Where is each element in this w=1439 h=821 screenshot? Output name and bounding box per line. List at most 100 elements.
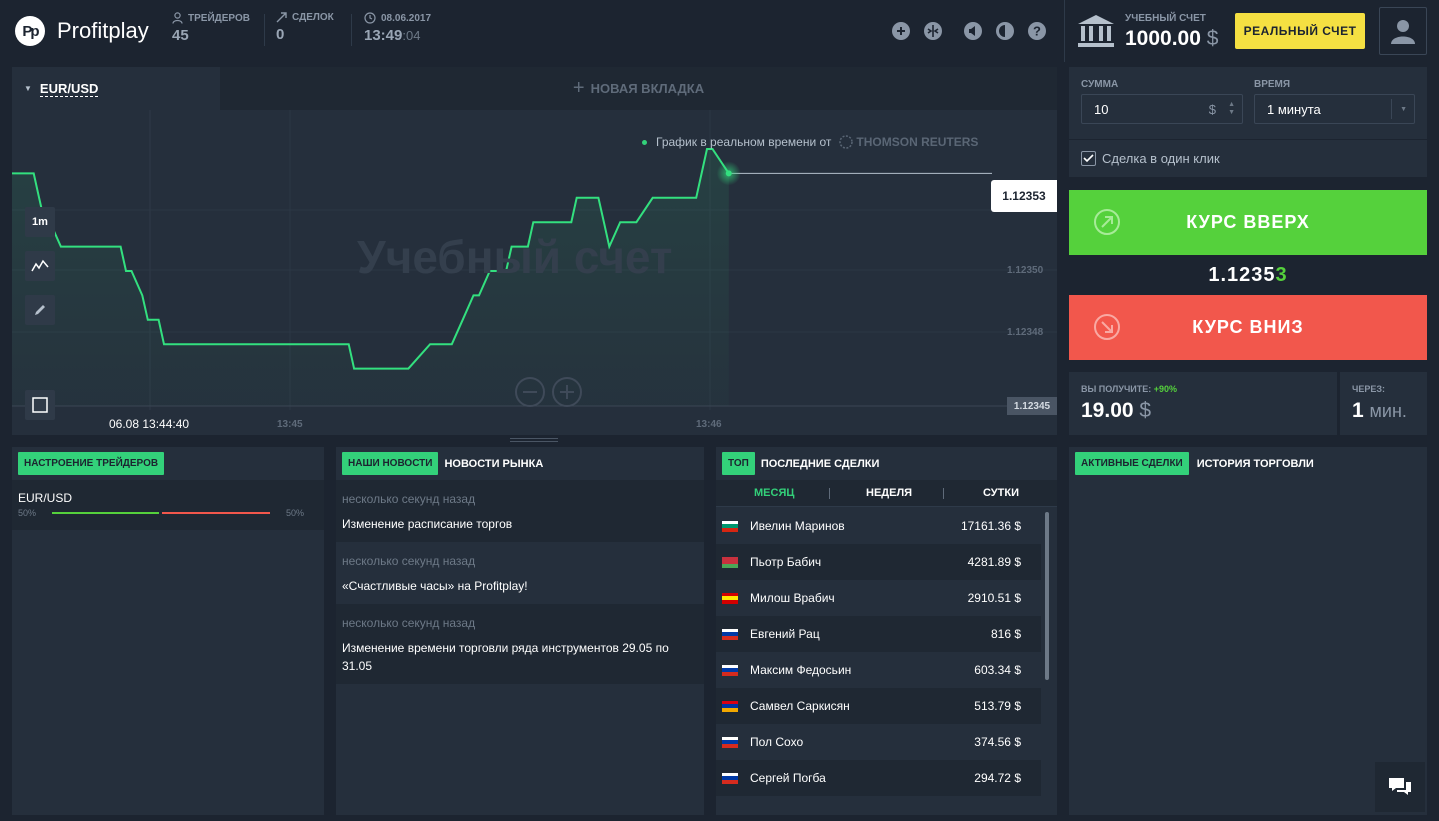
call-button[interactable]: КУРС ВВЕРХ [1069, 190, 1427, 255]
trade-form: СУММА 10 $ ▲ ▼ ВРЕМЯ 1 минута ▼ Сделка в … [1069, 67, 1427, 177]
trader-row[interactable]: Ивелин Маринов 17161.36 $ [716, 508, 1041, 544]
tab-trade-history[interactable]: ИСТОРИЯ ТОРГОВЛИ [1197, 458, 1314, 470]
payout-percent: +90% [1153, 384, 1178, 394]
realtime-label: График в реальном времени от THOMSON REU… [642, 135, 978, 149]
trader-name: Пьотр Бабич [750, 555, 822, 569]
time-label: ВРЕМЯ [1254, 79, 1291, 90]
gamepad-icon[interactable] [890, 20, 912, 42]
tab-eur-usd[interactable]: ▼ EUR/USD [12, 67, 220, 110]
amount-label: СУММА [1081, 79, 1119, 90]
contrast-icon[interactable] [994, 20, 1016, 42]
tab-recent-deals[interactable]: ПОСЛЕДНИЕ СДЕЛКИ [761, 458, 880, 470]
expiry-label: ЧЕРЕЗ: [1352, 384, 1385, 394]
resize-handle[interactable] [510, 438, 558, 442]
y-tick-1: 1.12350 [1007, 265, 1044, 276]
expiry-box: ЧЕРЕЗ: 1 мин. [1340, 372, 1427, 435]
deals-value: 0 [276, 26, 285, 43]
sentiment-row: EUR/USD 50% 50% [12, 480, 324, 530]
trader-row[interactable]: Максим Федосьин 603.34 $ [716, 652, 1041, 688]
low-price-tag: 1.12345 [1007, 397, 1057, 415]
news-time: несколько секунд назад [342, 554, 476, 568]
tab-market-news[interactable]: НОВОСТИ РЫНКА [444, 458, 543, 470]
tab-pair-label: EUR/USD [39, 80, 99, 97]
x-tick-1: 13:45 [277, 419, 303, 430]
sound-icon[interactable] [962, 20, 984, 42]
period-day[interactable]: СУТКИ [983, 487, 1019, 499]
real-account-button[interactable]: РЕАЛЬНЫЙ СЧЕТ [1235, 13, 1365, 49]
expiry-value: 1 [1352, 399, 1364, 422]
trader-name: Пол Сохо [750, 735, 804, 749]
minus-icon [523, 391, 537, 393]
trader-row[interactable]: Пьотр Бабич 4281.89 $ [716, 544, 1041, 580]
provider-name: THOMSON REUTERS [856, 135, 979, 149]
tab-top[interactable]: ТОП [722, 452, 755, 475]
news-item[interactable]: несколько секунд назад Изменение времени… [336, 604, 704, 684]
scrollbar[interactable] [1045, 512, 1049, 680]
realtime-text: График в реальном времени от [656, 135, 832, 149]
x-start-label: 06.08 13:44:40 [109, 417, 190, 431]
bank-icon [1078, 15, 1114, 47]
period-selector: МЕСЯЦ НЕДЕЛЯ СУТКИ [716, 480, 1057, 507]
one-click-toggle[interactable]: Сделка в один клик [1069, 139, 1427, 177]
new-tab-label: НОВАЯ ВКЛАДКА [590, 81, 705, 96]
current-quote: 1.12353 [1069, 264, 1427, 287]
plus-circle-icon [560, 385, 574, 399]
pencil-icon [35, 305, 45, 315]
chat-icon [1389, 778, 1411, 795]
current-price-dot [725, 170, 732, 177]
news-item[interactable]: несколько секунд назад Изменение расписа… [336, 480, 704, 542]
period-month[interactable]: МЕСЯЦ [754, 487, 794, 499]
avatar-icon [1391, 20, 1415, 44]
provider-logo: THOMSON REUTERS [839, 135, 978, 149]
account-currency: $ [1206, 27, 1219, 50]
trader-amount: 17161.36 $ [960, 519, 1021, 533]
timeframe-button[interactable]: 1m [25, 207, 55, 237]
help-icon[interactable]: ? [1026, 20, 1048, 42]
split-icon[interactable] [922, 20, 944, 42]
zoom-in-button[interactable] [552, 377, 582, 407]
trader-amount: 2910.51 $ [967, 591, 1021, 605]
amount-input[interactable]: 10 $ ▲ ▼ [1081, 94, 1243, 124]
tab-active-deals[interactable]: АКТИВНЫЕ СДЕЛКИ [1075, 452, 1189, 475]
news-item[interactable]: несколько секунд назад «Счастливые часы»… [336, 542, 704, 604]
trader-row[interactable]: Евгений Рац 816 $ [716, 616, 1041, 652]
chart-type-button[interactable] [25, 251, 55, 281]
time-value: 13:49 [364, 27, 403, 44]
zoom-out-button[interactable] [515, 377, 545, 407]
fullscreen-button[interactable] [25, 390, 55, 420]
trader-amount: 816 $ [990, 627, 1021, 641]
tab-our-news[interactable]: НАШИ НОВОСТИ [342, 452, 439, 475]
draw-tool-button[interactable] [25, 295, 55, 325]
checkbox-checked-icon[interactable] [1081, 151, 1096, 166]
put-button[interactable]: КУРС ВНИЗ [1069, 295, 1427, 360]
logo[interactable]: Pp Profitplay [15, 16, 149, 46]
payout-currency: $ [1139, 399, 1152, 422]
time-select[interactable]: 1 минута ▼ [1254, 94, 1415, 124]
period-week[interactable]: НЕДЕЛЯ [866, 487, 912, 499]
trader-row[interactable]: Милош Врабич 2910.51 $ [716, 580, 1041, 616]
quote-main: 1.1235 [1208, 264, 1276, 286]
square-icon [32, 397, 48, 413]
sell-percent: 50% [286, 508, 305, 518]
flag-icon [722, 556, 738, 568]
chat-button[interactable] [1375, 762, 1425, 812]
trader-row[interactable]: Пол Сохо 374.56 $ [716, 724, 1041, 760]
trader-row[interactable]: Самвел Саркисян 513.79 $ [716, 688, 1041, 724]
amount-stepper-icon[interactable]: ▲ ▼ [1228, 101, 1235, 117]
demo-account[interactable]: УЧЕБНЫЙ СЧЕТ 1000.00 $ [1064, 0, 1224, 62]
trader-amount: 603.34 $ [974, 663, 1021, 677]
flag-icon [722, 664, 738, 676]
trader-amount: 294.72 $ [974, 771, 1021, 785]
expiry-unit: мин. [1369, 401, 1407, 421]
account-label: УЧЕБНЫЙ СЧЕТ [1125, 13, 1206, 24]
trader-amount: 513.79 $ [974, 699, 1021, 713]
one-click-label: Сделка в один клик [1102, 151, 1220, 166]
demo-watermark: Учебный счет [357, 231, 673, 283]
call-label: КУРС ВВЕРХ [1186, 212, 1310, 232]
tab-sentiment[interactable]: НАСТРОЕНИЕ ТРЕЙДЕРОВ [18, 452, 165, 475]
chart-tabbar: ▼ EUR/USD + НОВАЯ ВКЛАДКА [12, 67, 1057, 110]
new-tab-button[interactable]: + НОВАЯ ВКЛАДКА [220, 67, 1057, 110]
profile-button[interactable] [1379, 7, 1427, 55]
trader-row[interactable]: Сергей Погба 294.72 $ [716, 760, 1041, 796]
flag-icon [722, 700, 738, 712]
